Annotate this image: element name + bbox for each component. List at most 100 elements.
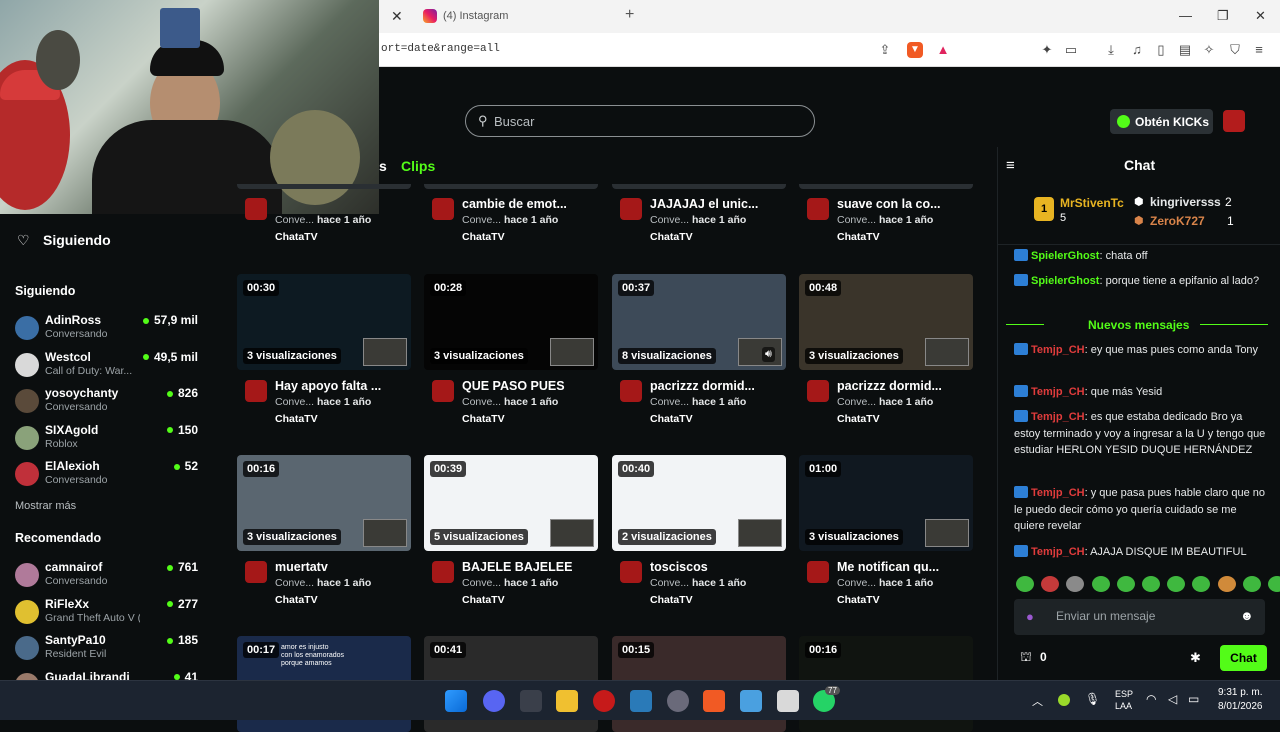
clip-title[interactable]: Hay apoyo falta ... [275, 379, 395, 393]
new-tab-button[interactable]: + [625, 6, 634, 24]
top-gifter-2-name[interactable]: kingriversss [1150, 195, 1221, 209]
chevron-up-icon[interactable]: ︿ [1032, 693, 1043, 709]
windows-start-icon[interactable] [445, 690, 467, 712]
chat-username[interactable]: Temjp_CH [1031, 546, 1085, 558]
brave-rewards-icon[interactable]: ▲ [935, 42, 951, 58]
file-explorer-icon[interactable] [556, 690, 578, 712]
channel-avatar[interactable] [432, 561, 454, 583]
clip-thumbnail[interactable]: 00:39 5 visualizaciones [424, 455, 598, 551]
clip-title[interactable]: suave con la co... [837, 197, 957, 211]
sidebar-icon[interactable]: ▯ [1153, 42, 1169, 58]
emote-icon[interactable] [1041, 576, 1060, 592]
channel-avatar[interactable] [620, 561, 642, 583]
emote-icon[interactable] [1142, 576, 1160, 592]
chat-username[interactable]: Temjp_CH [1031, 411, 1085, 423]
clip-thumbnail[interactable]: 00:28 3 visualizaciones [424, 274, 598, 370]
clip-thumbnail[interactable]: 01:00 3 visualizaciones [799, 455, 973, 551]
search-input[interactable]: Buscar [494, 114, 534, 129]
wallet-icon[interactable]: ▤ [1177, 42, 1193, 58]
avatar[interactable] [15, 636, 39, 660]
channel-avatar[interactable] [807, 380, 829, 402]
disney-icon[interactable] [630, 690, 652, 712]
app-red-icon[interactable] [593, 690, 615, 712]
clip-channel[interactable]: ChataTV [275, 594, 318, 606]
emote-icon[interactable] [1091, 576, 1110, 592]
clip-channel[interactable]: ChataTV [650, 594, 693, 606]
maximize-button[interactable]: ❐ [1217, 8, 1229, 24]
sidebar-channel-name[interactable]: ElAlexioh [45, 459, 100, 473]
emote-icon[interactable] [1066, 576, 1085, 592]
emote-icon[interactable] [1116, 576, 1135, 592]
chat-username[interactable]: SpielerGhost [1031, 275, 1099, 287]
show-more-link[interactable]: Mostrar más [15, 500, 76, 512]
clip-title[interactable]: JAJAJAJ el unic... [650, 197, 770, 211]
avatar[interactable] [15, 389, 39, 413]
tab-clips[interactable]: Clips [401, 158, 435, 174]
discord-icon[interactable] [483, 690, 505, 712]
clip-thumbnail[interactable]: 00:16 3 visualizaciones [237, 455, 411, 551]
channel-avatar[interactable] [245, 198, 267, 220]
window-close-button[interactable]: ✕ [1255, 8, 1266, 24]
app-blue-icon[interactable] [740, 690, 762, 712]
search-bar[interactable]: ⚲ Buscar [465, 105, 815, 137]
cast-icon[interactable]: ▭ [1063, 42, 1079, 58]
tray-app-icon[interactable] [1058, 694, 1070, 706]
user-avatar[interactable] [1223, 110, 1245, 132]
brave-shield-icon[interactable]: ▼ [907, 42, 923, 58]
clip-channel[interactable]: ChataTV [650, 231, 693, 243]
sidebar-channel-name[interactable]: AdinRoss [45, 313, 101, 327]
channel-avatar[interactable] [620, 198, 642, 220]
avatar[interactable] [15, 599, 39, 624]
clip-title[interactable]: muertatv [275, 560, 395, 574]
chat-input[interactable]: Enviar un mensaje [1056, 609, 1155, 623]
emote-icon[interactable] [1242, 576, 1261, 592]
chat-username[interactable]: Temjp_CH [1031, 487, 1085, 499]
share-icon[interactable]: ⇪ [877, 42, 893, 58]
clip-thumbnail[interactable]: 00:48 3 visualizaciones [799, 274, 973, 370]
chat-username[interactable]: SpielerGhost [1031, 250, 1099, 262]
clip-title[interactable]: Me notifican qu... [837, 560, 957, 574]
sidebar-channel-name[interactable]: Westcol [45, 350, 91, 364]
clip-title[interactable]: pacrizzz dormid... [650, 379, 770, 393]
microphone-icon[interactable]: ● [1026, 609, 1034, 624]
clip-thumbnail[interactable]: 00:30 3 visualizaciones [237, 274, 411, 370]
volume-icon[interactable]: 🔊︎ [762, 347, 775, 362]
chat-username[interactable]: Temjp_CH [1031, 344, 1085, 356]
clip-channel[interactable]: ChataTV [275, 413, 318, 425]
tab-videos[interactable]: s [379, 158, 387, 174]
top-gifter-1-name[interactable]: MrStivenTc [1060, 196, 1124, 210]
emoji-icon[interactable]: ☻ [1240, 608, 1254, 623]
clip-channel[interactable]: ChataTV [462, 594, 505, 606]
avatar[interactable] [15, 316, 39, 340]
tab-instagram[interactable]: (4) Instagram [443, 10, 508, 22]
gift-icon[interactable]: ⛫ [1020, 649, 1032, 667]
sidebar-channel-name[interactable]: camnairof [45, 560, 102, 574]
collapse-chat-icon[interactable]: ≡ [1006, 157, 1015, 174]
get-kicks-button[interactable]: Obtén KICKs [1110, 109, 1213, 134]
clip-channel[interactable]: ChataTV [462, 413, 505, 425]
store-icon[interactable] [520, 690, 542, 712]
app-white-icon[interactable] [777, 690, 799, 712]
clock-time[interactable]: 9:31 p. m. [1218, 687, 1262, 698]
channel-avatar[interactable] [807, 561, 829, 583]
channel-avatar[interactable] [245, 380, 267, 402]
top-gifter-3-name[interactable]: ZeroK727 [1150, 214, 1205, 228]
language-indicator[interactable]: ESP [1115, 689, 1133, 699]
channel-avatar[interactable] [432, 380, 454, 402]
clip-title[interactable]: tosciscos [650, 560, 770, 574]
avatar[interactable] [15, 563, 39, 587]
clip-thumbnail[interactable]: 00:37 8 visualizaciones [612, 274, 786, 370]
menu-icon[interactable]: ≡ [1251, 42, 1267, 58]
sidebar-channel-name[interactable]: SIXAgold [45, 423, 98, 437]
avatar[interactable] [15, 352, 39, 377]
wifi-icon[interactable]: ◠ [1146, 692, 1156, 706]
chat-username[interactable]: Temjp_CH [1031, 386, 1085, 398]
clip-channel[interactable]: ChataTV [837, 413, 880, 425]
emote-icon[interactable] [1192, 576, 1211, 592]
vpn-icon[interactable]: ⛉ [1227, 42, 1243, 58]
emote-icon[interactable] [1016, 576, 1034, 592]
avatar[interactable] [15, 462, 39, 486]
music-icon[interactable]: ♫ [1129, 42, 1145, 58]
settings-icon[interactable]: ✱ [1190, 650, 1201, 666]
clip-title[interactable]: BAJELE BAJELEE [462, 560, 582, 574]
